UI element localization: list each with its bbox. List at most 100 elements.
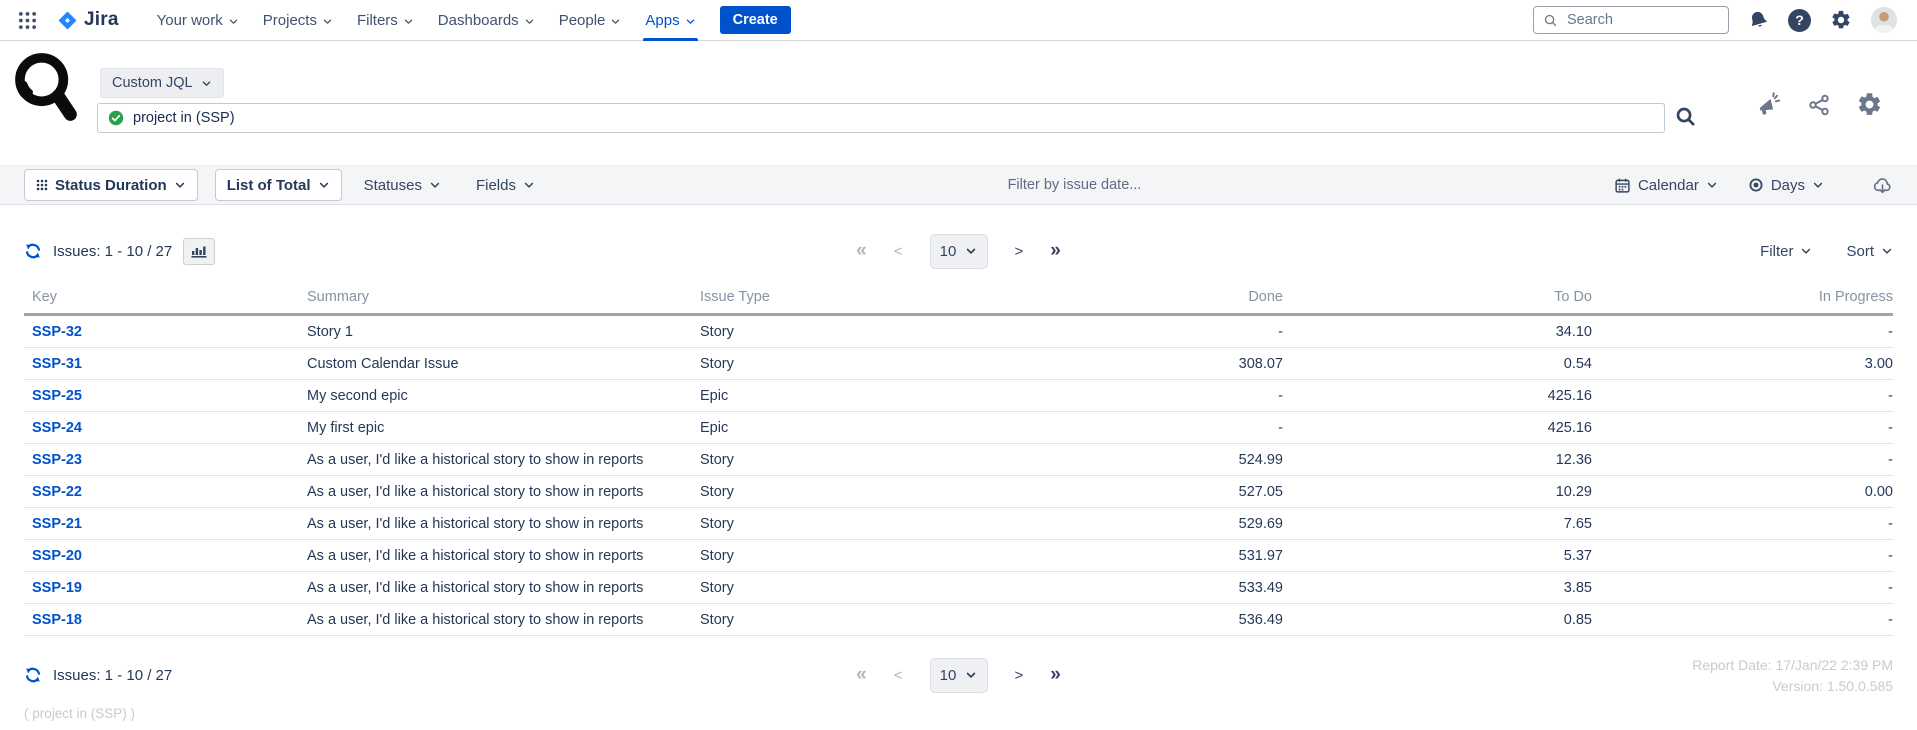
table-row: SSP-31 Custom Calendar Issue Story 308.0… <box>24 348 1893 380</box>
table-header-row: Key Summary Issue Type Done To Do In Pro… <box>24 289 1893 315</box>
nav-item-people[interactable]: People <box>547 0 634 41</box>
search-input[interactable] <box>1565 11 1719 29</box>
chart-toggle-button[interactable] <box>183 238 215 265</box>
jql-search-icon[interactable] <box>1674 105 1697 128</box>
global-search[interactable] <box>1533 6 1729 34</box>
report-type-button[interactable]: Status Duration <box>24 169 198 201</box>
issues-count: Issues: 1 - 10 / 27 <box>53 667 172 684</box>
report-header-icons <box>1755 91 1883 118</box>
issue-summary-cell: As a user, I'd like a historical story t… <box>307 540 700 572</box>
in-progress-value-cell: - <box>1592 572 1893 604</box>
statuses-dropdown[interactable]: Statuses <box>364 177 441 194</box>
todo-value-cell: 425.16 <box>1283 412 1592 444</box>
calendar-dropdown[interactable]: Calendar <box>1614 177 1718 194</box>
nav-item-apps[interactable]: Apps <box>633 0 707 41</box>
create-button[interactable]: Create <box>720 6 791 34</box>
todo-value-cell: 0.85 <box>1283 604 1592 636</box>
nav-item-dashboards[interactable]: Dashboards <box>426 0 547 41</box>
issue-type-cell: Story <box>700 476 983 508</box>
pagination-last-button[interactable]: » <box>1050 240 1061 262</box>
issue-key-link[interactable]: SSP-24 <box>32 420 82 436</box>
jql-value: project in (SSP) <box>133 110 235 126</box>
sort-dropdown[interactable]: Sort <box>1846 243 1893 260</box>
issue-key-cell: SSP-32 <box>24 315 307 348</box>
pagination-first-button[interactable]: « <box>856 664 867 686</box>
issue-key-link[interactable]: SSP-18 <box>32 612 82 628</box>
report-header: Custom JQL project in (SSP) <box>0 41 1917 165</box>
issue-key-cell: SSP-20 <box>24 540 307 572</box>
announcement-icon[interactable] <box>1755 91 1782 118</box>
issue-key-link[interactable]: SSP-21 <box>32 516 82 532</box>
report-meta: Report Date: 17/Jan/22 2:39 PM Version: … <box>1061 657 1893 694</box>
nav-item-projects[interactable]: Projects <box>251 0 345 41</box>
jira-logo[interactable]: Jira <box>57 9 119 31</box>
issue-summary-cell: As a user, I'd like a historical story t… <box>307 476 700 508</box>
help-icon[interactable]: ? <box>1788 9 1811 32</box>
column-header-done[interactable]: Done <box>983 289 1283 315</box>
notifications-icon[interactable] <box>1746 7 1772 33</box>
issue-type-cell: Story <box>700 315 983 348</box>
pagination-first-button[interactable]: « <box>856 240 867 262</box>
issue-key-link[interactable]: SSP-22 <box>32 484 82 500</box>
nav-right-group: ? <box>1533 6 1897 34</box>
chart-toggle-icon <box>191 244 207 258</box>
column-header-key[interactable]: Key <box>24 289 307 315</box>
issue-key-cell: SSP-24 <box>24 412 307 444</box>
days-dropdown[interactable]: Days <box>1748 177 1824 194</box>
issue-key-cell: SSP-21 <box>24 508 307 540</box>
table-row: SSP-19 As a user, I'd like a historical … <box>24 572 1893 604</box>
share-icon[interactable] <box>1807 93 1831 117</box>
issue-key-link[interactable]: SSP-32 <box>32 324 82 340</box>
jql-valid-icon <box>108 110 124 126</box>
issue-key-link[interactable]: SSP-20 <box>32 548 82 564</box>
jql-input[interactable]: project in (SSP) <box>97 103 1665 133</box>
in-progress-value-cell: - <box>1592 444 1893 476</box>
report-settings-icon[interactable] <box>1856 91 1883 118</box>
issue-summary-cell: As a user, I'd like a historical story t… <box>307 508 700 540</box>
page-size-select[interactable]: 10 <box>930 234 988 269</box>
done-value-cell: 533.49 <box>983 572 1283 604</box>
issue-key-link[interactable]: SSP-19 <box>32 580 82 596</box>
in-progress-value-cell: - <box>1592 315 1893 348</box>
fields-dropdown[interactable]: Fields <box>476 177 535 194</box>
view-mode-button[interactable]: List of Total <box>215 169 342 201</box>
pagination-prev-button[interactable]: < <box>894 243 903 260</box>
issue-key-cell: SSP-19 <box>24 572 307 604</box>
nav-item-your-work[interactable]: Your work <box>145 0 251 41</box>
pagination-prev-button[interactable]: < <box>894 667 903 684</box>
column-header-todo[interactable]: To Do <box>1283 289 1592 315</box>
pagination-last-button[interactable]: » <box>1050 664 1061 686</box>
done-value-cell: 524.99 <box>983 444 1283 476</box>
done-value-cell: - <box>983 315 1283 348</box>
query-mode-button[interactable]: Custom JQL <box>100 68 224 98</box>
issue-key-link[interactable]: SSP-25 <box>32 388 82 404</box>
issue-key-link[interactable]: SSP-23 <box>32 452 82 468</box>
page-size-select[interactable]: 10 <box>930 658 988 693</box>
app-switcher-icon[interactable] <box>18 11 37 30</box>
in-progress-value-cell: - <box>1592 380 1893 412</box>
refresh-icon[interactable] <box>24 666 42 684</box>
issue-summary-cell: As a user, I'd like a historical story t… <box>307 444 700 476</box>
pagination-next-button[interactable]: > <box>1015 667 1024 684</box>
in-progress-value-cell: - <box>1592 604 1893 636</box>
settings-icon[interactable] <box>1830 9 1852 31</box>
issue-key-cell: SSP-18 <box>24 604 307 636</box>
issue-type-cell: Story <box>700 604 983 636</box>
todo-value-cell: 425.16 <box>1283 380 1592 412</box>
pagination-next-button[interactable]: > <box>1015 243 1024 260</box>
nav-item-filters[interactable]: Filters <box>345 0 426 41</box>
issue-key-link[interactable]: SSP-31 <box>32 356 82 372</box>
filter-dropdown[interactable]: Filter <box>1760 243 1812 260</box>
column-header-in-progress[interactable]: In Progress <box>1592 289 1893 315</box>
issue-date-filter[interactable]: Filter by issue date... <box>535 177 1614 193</box>
issue-key-cell: SSP-31 <box>24 348 307 380</box>
export-icon[interactable] <box>1872 175 1893 196</box>
column-header-summary[interactable]: Summary <box>307 289 700 315</box>
avatar[interactable] <box>1871 7 1897 33</box>
in-progress-value-cell: - <box>1592 412 1893 444</box>
column-header-issue-type[interactable]: Issue Type <box>700 289 983 315</box>
magnifier-logo <box>13 50 79 130</box>
report-toolbar: Status Duration List of Total Statuses F… <box>0 165 1917 205</box>
refresh-icon[interactable] <box>24 242 42 260</box>
done-value-cell: 529.69 <box>983 508 1283 540</box>
